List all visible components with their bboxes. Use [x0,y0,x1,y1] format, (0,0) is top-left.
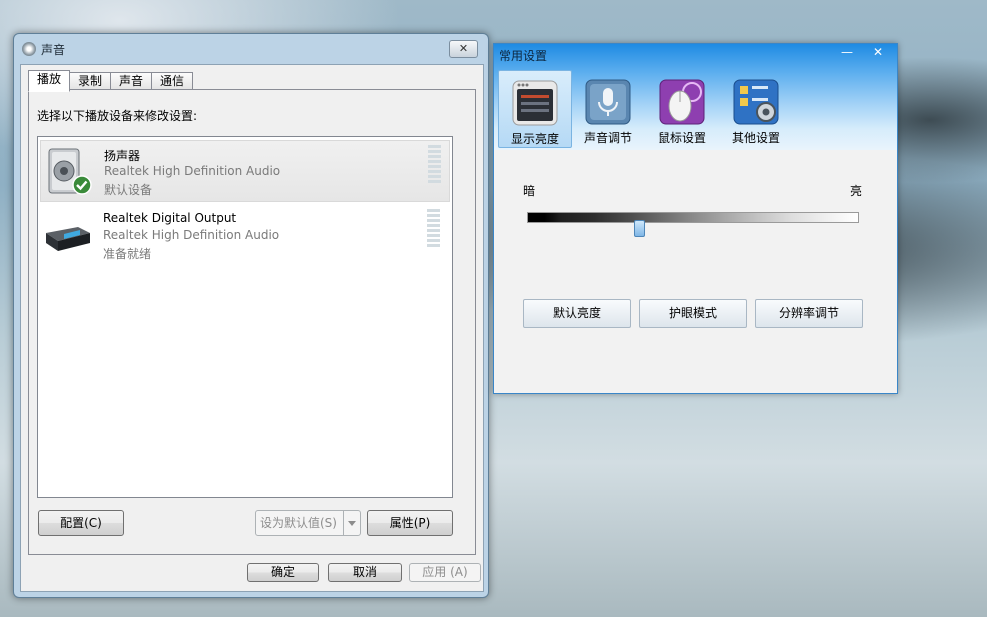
display-brightness-icon [511,79,559,127]
brightness-slider-thumb[interactable] [634,220,646,237]
sound-dialog-title: 声音 [41,42,66,57]
device-driver: Realtek High Definition Audio [104,164,281,178]
sound-dialog-client: 播放 录制 声音 通信 选择以下播放设备来修改设置: 扬声器 Realtek H… [20,64,484,592]
tool-label: 其他设置 [731,131,780,145]
tab-sounds[interactable]: 声音 [110,72,153,90]
mouse-icon [658,78,706,126]
device-driver: Realtek High Definition Audio [103,228,280,242]
speaker-app-icon [22,42,36,56]
device-list[interactable]: 扬声器 Realtek High Definition Audio 默认设备 R… [37,136,453,498]
resolution-button[interactable]: 分辨率调节 [755,299,863,328]
device-name: 扬声器 [104,149,141,163]
volume-meter [428,145,441,185]
brightness-slider-track[interactable] [527,212,859,223]
tool-label: 鼠标设置 [657,131,706,145]
digital-output-icon [44,211,92,259]
device-item-speakers[interactable]: 扬声器 Realtek High Definition Audio 默认设备 [40,140,450,202]
apply-button[interactable]: 应用 (A) [409,563,481,582]
sound-dialog: 声音 ✕ 播放 录制 声音 通信 选择以下播放设备来修改设置: 扬声器 Real… [13,33,489,598]
tab-communications[interactable]: 通信 [151,72,194,90]
chevron-down-icon[interactable] [343,511,360,535]
volume-meter [427,209,440,249]
common-settings-close-button[interactable]: ✕ [862,44,894,62]
tool-label: 显示亮度 [510,132,559,146]
instruction-text: 选择以下播放设备来修改设置: [37,109,198,123]
common-settings-header: 常用设置 — ✕ 显示亮度 声音调节 鼠标设置 其他设置 [494,44,897,150]
properties-button[interactable]: 属性(P) [367,510,453,536]
cancel-button[interactable]: 取消 [328,563,402,582]
device-name: Realtek Digital Output [103,211,237,225]
configure-button[interactable]: 配置(C) [38,510,124,536]
tool-sound-adjust[interactable]: 声音调节 [572,70,644,146]
common-settings-title: 常用设置 [499,49,548,63]
tab-playback[interactable]: 播放 [28,70,71,92]
settings-gear-icon [732,78,780,126]
tool-other-settings[interactable]: 其他设置 [720,70,792,146]
device-status: 默认设备 [104,183,153,197]
eye-protection-button[interactable]: 护眼模式 [639,299,747,328]
speaker-icon [45,147,93,195]
brightness-bright-label: 亮 [850,184,863,198]
microphone-icon [584,78,632,126]
tool-mouse-settings[interactable]: 鼠标设置 [646,70,718,146]
tool-label: 声音调节 [583,131,632,145]
set-default-label: 设为默认值(S) [260,516,337,530]
sound-dialog-titlebar: 声音 [22,40,65,58]
ok-button[interactable]: 确定 [247,563,319,582]
minimize-button[interactable]: — [831,44,863,62]
common-settings-window: 常用设置 — ✕ 显示亮度 声音调节 鼠标设置 其他设置 暗 亮 默认亮度 护眼… [493,43,898,394]
tool-display-brightness[interactable]: 显示亮度 [498,70,572,148]
tab-recording[interactable]: 录制 [69,72,112,90]
device-item-digital-output[interactable]: Realtek Digital Output Realtek High Defi… [40,205,448,265]
sound-dialog-close-button[interactable]: ✕ [449,40,478,58]
device-status: 准备就绪 [103,247,152,261]
playback-panel: 选择以下播放设备来修改设置: 扬声器 Realtek High Definiti… [28,89,476,555]
set-default-button[interactable]: 设为默认值(S) [255,510,361,536]
brightness-dark-label: 暗 [523,184,536,198]
default-brightness-button[interactable]: 默认亮度 [523,299,631,328]
